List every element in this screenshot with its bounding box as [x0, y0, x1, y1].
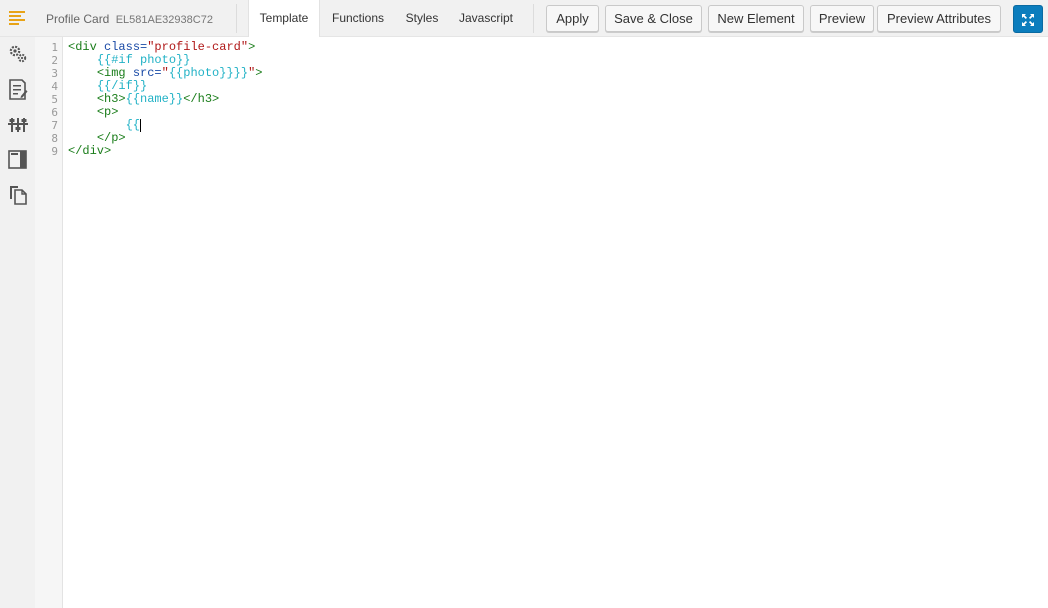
menu-icon[interactable] [9, 10, 27, 26]
layout-panel-icon[interactable] [8, 150, 28, 170]
code-editor[interactable]: <div class="profile-card"> {{#if photo}}… [63, 37, 1048, 608]
code-line: </div> [68, 145, 111, 158]
code-attr: class= [104, 40, 148, 54]
tab-functions[interactable]: Functions [322, 0, 394, 36]
line-number: 4 [51, 80, 58, 93]
sidebar [0, 37, 35, 608]
copy-icon[interactable] [8, 185, 28, 205]
code-tag: </h3> [183, 92, 220, 106]
code-handlebars: {{ [125, 118, 141, 132]
code-tag: <h3> [96, 92, 126, 106]
expand-icon [1022, 14, 1034, 26]
element-name: Profile Card [46, 12, 110, 26]
code-tag: </div> [68, 144, 112, 158]
code-handlebars: {{#if photo}} [96, 53, 191, 67]
code-tag: <p> [96, 105, 119, 119]
code-tag: <div [68, 40, 97, 54]
expand-button[interactable] [1013, 5, 1043, 33]
tab-styles[interactable]: Styles [396, 0, 448, 36]
code-tag: > [248, 40, 256, 54]
line-number: 1 [51, 41, 58, 54]
code-tag: <img [96, 66, 126, 80]
code-attr: src= [132, 66, 162, 80]
document-edit-icon[interactable] [8, 79, 28, 100]
code-string: "profile-card" [147, 40, 249, 54]
line-number-gutter: 1 2 3 4 5 6 7 8 9 [35, 37, 63, 608]
code-string: " [161, 66, 169, 80]
line-number: 9 [51, 145, 58, 158]
divider [533, 4, 534, 33]
line-number: 7 [51, 119, 58, 132]
text-caret [140, 119, 142, 132]
line-number: 8 [51, 132, 58, 145]
tab-template[interactable]: Template [248, 0, 320, 37]
save-close-button[interactable]: Save & Close [605, 5, 702, 32]
line-number: 2 [51, 54, 58, 67]
preview-button[interactable]: Preview [810, 5, 874, 32]
code-handlebars: {{photo}}}} [168, 66, 249, 80]
gears-icon[interactable] [8, 44, 28, 64]
code-tag: </p> [96, 131, 126, 145]
line-number: 3 [51, 67, 58, 80]
tab-javascript[interactable]: Javascript [450, 0, 522, 36]
apply-button[interactable]: Apply [546, 5, 599, 32]
line-number: 5 [51, 93, 58, 106]
element-id: EL581AE32938C72 [115, 14, 213, 26]
code-handlebars: {{/if}} [96, 79, 148, 93]
code-tag: > [255, 66, 263, 80]
line-number: 6 [51, 106, 58, 119]
preview-attributes-button[interactable]: Preview Attributes [877, 5, 1001, 32]
code-handlebars: {{name}} [125, 92, 184, 106]
top-toolbar: Profile Card EL581AE32938C72 Template Fu… [0, 0, 1048, 37]
new-element-button[interactable]: New Element [708, 5, 804, 32]
sliders-icon[interactable] [8, 116, 28, 136]
element-title: Profile Card EL581AE32938C72 [46, 12, 213, 26]
divider [236, 4, 237, 33]
